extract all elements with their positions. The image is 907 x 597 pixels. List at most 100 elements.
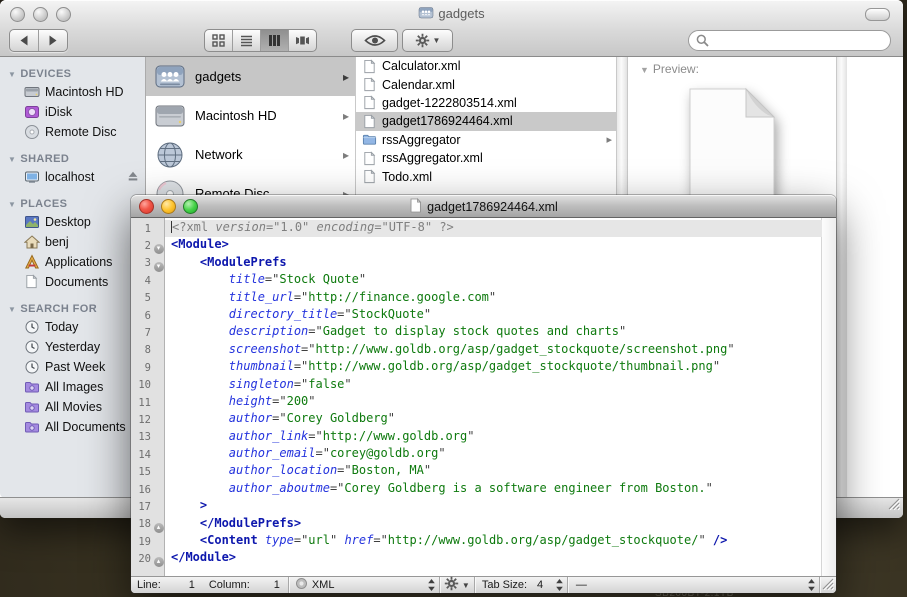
file-item-calculator-xml[interactable]: Calculator.xml	[356, 57, 616, 75]
icon-view-button[interactable]	[205, 30, 232, 51]
column-item-gadgets[interactable]: gadgets▸	[146, 57, 355, 96]
sidebar-item-localhost[interactable]: localhost	[0, 167, 145, 187]
code-line-1[interactable]: 1<?xml version="1.0" encoding="UTF-8" ?>	[131, 220, 822, 237]
fold-column[interactable]: ▴	[152, 516, 165, 533]
column-item-macintosh-hd[interactable]: Macintosh HD▸	[146, 96, 355, 135]
sidebar-item-remote-disc[interactable]: Remote Disc	[0, 122, 145, 142]
sidebar-item-past-week[interactable]: Past Week	[0, 357, 145, 377]
fold-marker-icon[interactable]: ▾	[154, 244, 164, 254]
editor-content[interactable]: 1<?xml version="1.0" encoding="UTF-8" ?>…	[131, 218, 836, 577]
sidebar-item-desktop[interactable]: Desktop	[0, 212, 145, 232]
code-text[interactable]: >	[165, 498, 822, 515]
sidebar-item-yesterday[interactable]: Yesterday	[0, 337, 145, 357]
disclosure-triangle-icon[interactable]: ▼	[8, 200, 16, 209]
code-text[interactable]: directory_title="StockQuote"	[165, 307, 822, 324]
file-item-gadget-1222803514-xml[interactable]: gadget-1222803514.xml	[356, 94, 616, 112]
action-menu-button[interactable]: ▼	[402, 29, 453, 52]
quick-look-button[interactable]	[351, 29, 398, 52]
code-line-6[interactable]: 6 directory_title="StockQuote"	[131, 307, 822, 324]
sidebar-section-header-devices[interactable]: ▼DEVICES	[0, 66, 145, 82]
code-text[interactable]: <ModulePrefs	[165, 255, 822, 272]
code-text[interactable]: thumbnail="http://www.goldb.org/asp/gadg…	[165, 359, 822, 376]
code-line-4[interactable]: 4 title="Stock Quote"	[131, 272, 822, 289]
code-line-16[interactable]: 16 author_aboutme="Corey Goldberg is a s…	[131, 481, 822, 498]
code-line-19[interactable]: 19 <Content type="url" href="http://www.…	[131, 533, 822, 550]
code-line-11[interactable]: 11 height="200"	[131, 394, 822, 411]
disclosure-triangle-icon[interactable]: ▼	[640, 65, 649, 75]
disclosure-triangle-icon[interactable]: ▼	[8, 305, 16, 314]
column-view-button[interactable]	[260, 30, 288, 51]
forward-button[interactable]	[38, 30, 67, 51]
toolbar-toggle-capsule-button[interactable]	[865, 8, 890, 21]
code-text[interactable]: title="Stock Quote"	[165, 272, 822, 289]
code-text[interactable]: title_url="http://finance.google.com"	[165, 290, 822, 307]
code-line-7[interactable]: 7 description="Gadget to display stock q…	[131, 324, 822, 341]
finder-titlebar[interactable]: gadgets ▼	[0, 0, 903, 57]
eject-icon[interactable]	[127, 170, 139, 185]
sidebar-item-benj[interactable]: benj	[0, 232, 145, 252]
code-text[interactable]: <Content type="url" href="http://www.gol…	[165, 533, 822, 550]
column-item-network[interactable]: Network▸	[146, 135, 355, 174]
code-line-10[interactable]: 10 singleton="false"	[131, 377, 822, 394]
code-line-14[interactable]: 14 author_email="corey@goldb.org"	[131, 446, 822, 463]
code-text[interactable]: </Module>	[165, 550, 822, 567]
code-text[interactable]: <?xml version="1.0" encoding="UTF-8" ?>	[165, 220, 822, 237]
back-button[interactable]	[10, 30, 38, 51]
sidebar-item-idisk[interactable]: iDisk	[0, 102, 145, 122]
fold-column[interactable]: ▴	[152, 550, 165, 567]
resize-grip[interactable]	[822, 578, 834, 593]
code-text[interactable]: author_aboutme="Corey Goldberg is a soft…	[165, 481, 822, 498]
sidebar-item-all-movies[interactable]: All Movies	[0, 397, 145, 417]
code-line-13[interactable]: 13 author_link="http://www.goldb.org"	[131, 429, 822, 446]
code-line-15[interactable]: 15 author_location="Boston, MA"	[131, 463, 822, 480]
coverflow-view-button[interactable]	[288, 30, 316, 51]
code-line-3[interactable]: 3▾ <ModulePrefs	[131, 255, 822, 272]
file-item-rssaggregator[interactable]: rssAggregator▸	[356, 131, 616, 149]
vertical-scrollbar[interactable]	[821, 218, 836, 577]
list-view-button[interactable]	[232, 30, 260, 51]
disclosure-triangle-icon[interactable]: ▼	[8, 155, 16, 164]
sidebar-item-documents[interactable]: Documents	[0, 272, 145, 292]
sidebar-item-macintosh-hd[interactable]: Macintosh HD	[0, 82, 145, 102]
code-text[interactable]: screenshot="http://www.goldb.org/asp/gad…	[165, 342, 822, 359]
code-text[interactable]: <Module>	[165, 237, 822, 254]
code-text[interactable]: height="200"	[165, 394, 822, 411]
file-item-rssaggregator-xml[interactable]: rssAggregator.xml	[356, 149, 616, 167]
code-line-20[interactable]: 20▴</Module>	[131, 550, 822, 567]
resize-grip[interactable]	[888, 497, 900, 515]
code-line-2[interactable]: 2▾<Module>	[131, 237, 822, 254]
gear-menu-button[interactable]: ▼	[440, 577, 474, 593]
sidebar-item-all-documents[interactable]: All Documents	[0, 417, 145, 437]
code-line-18[interactable]: 18▴ </ModulePrefs>	[131, 516, 822, 533]
sidebar-section-header-places[interactable]: ▼PLACES	[0, 196, 145, 212]
code-line-8[interactable]: 8 screenshot="http://www.goldb.org/asp/g…	[131, 342, 822, 359]
file-item-todo-xml[interactable]: Todo.xml	[356, 167, 616, 185]
fold-marker-icon[interactable]: ▴	[154, 523, 164, 533]
code-text[interactable]: </ModulePrefs>	[165, 516, 822, 533]
symbol-popup[interactable]: —	[568, 577, 819, 593]
editor-titlebar[interactable]: gadget1786924464.xml	[131, 195, 836, 218]
fold-column[interactable]: ▾	[152, 237, 165, 254]
file-item-gadget1786924464-xml[interactable]: gadget1786924464.xml	[356, 112, 616, 130]
code-text[interactable]: singleton="false"	[165, 377, 822, 394]
disclosure-triangle-icon[interactable]: ▼	[8, 70, 16, 79]
fold-marker-icon[interactable]: ▾	[154, 262, 164, 272]
code-line-5[interactable]: 5 title_url="http://finance.google.com"	[131, 290, 822, 307]
file-item-calendar-xml[interactable]: Calendar.xml	[356, 75, 616, 93]
language-popup[interactable]: XML	[289, 577, 439, 593]
sidebar-item-all-images[interactable]: All Images	[0, 377, 145, 397]
code-line-17[interactable]: 17 >	[131, 498, 822, 515]
fold-column[interactable]: ▾	[152, 255, 165, 272]
code-text[interactable]: author="Corey Goldberg"	[165, 411, 822, 428]
sidebar-item-applications[interactable]: Applications	[0, 252, 145, 272]
code-line-9[interactable]: 9 thumbnail="http://www.goldb.org/asp/ga…	[131, 359, 822, 376]
sidebar-section-header-search-for[interactable]: ▼SEARCH FOR	[0, 301, 145, 317]
code-text[interactable]: author_email="corey@goldb.org"	[165, 446, 822, 463]
code-text[interactable]: description="Gadget to display stock quo…	[165, 324, 822, 341]
code-text[interactable]: author_location="Boston, MA"	[165, 463, 822, 480]
sidebar-section-header-shared[interactable]: ▼SHARED	[0, 151, 145, 167]
fold-marker-icon[interactable]: ▴	[154, 557, 164, 567]
code-text[interactable]: author_link="http://www.goldb.org"	[165, 429, 822, 446]
code-line-12[interactable]: 12 author="Corey Goldberg"	[131, 411, 822, 428]
tab-size-popup[interactable]: Tab Size: 4	[475, 577, 567, 593]
